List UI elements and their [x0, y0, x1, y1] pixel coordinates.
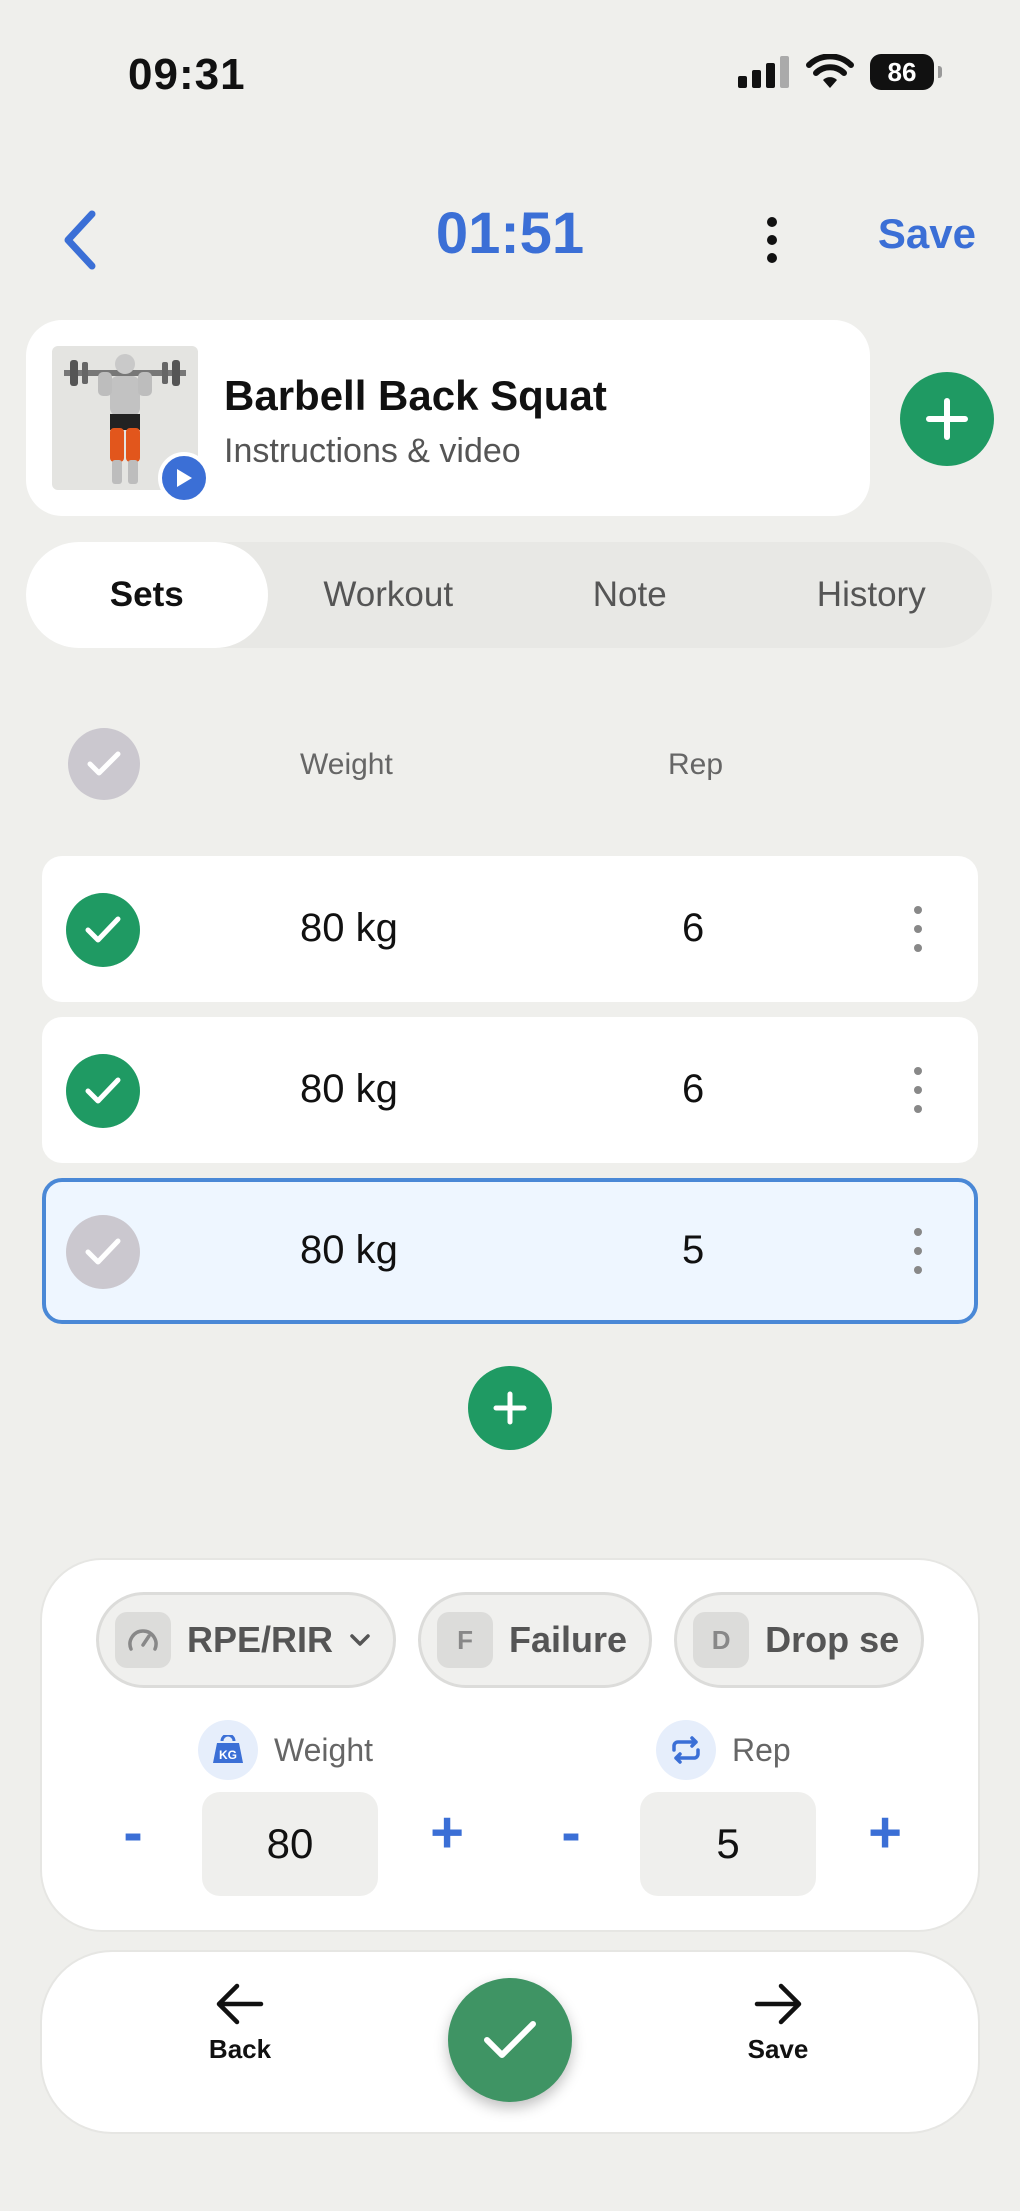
checkmark-icon [484, 2021, 536, 2058]
select-all-check-icon[interactable] [68, 728, 140, 800]
cellular-signal-icon [738, 56, 789, 88]
weight-field-label: KG Weight [198, 1720, 373, 1780]
rest-timer[interactable]: 01:51 [436, 201, 584, 266]
svg-text:KG: KG [219, 1748, 237, 1762]
weight-decrement-button[interactable]: - [98, 1792, 168, 1872]
complete-set-button[interactable] [448, 1978, 572, 2102]
play-video-icon[interactable] [158, 452, 210, 504]
set-row[interactable]: 80 kg 6 [42, 856, 978, 1002]
set-rep[interactable]: 6 [682, 1067, 704, 1112]
set-rep[interactable]: 5 [682, 1228, 704, 1273]
rep-column-header: Rep [668, 748, 724, 781]
more-options-icon[interactable] [752, 205, 792, 275]
arrow-left-icon [216, 1983, 264, 2025]
set-row-active[interactable]: 80 kg 5 [42, 1178, 978, 1324]
weight-input[interactable]: 80 [202, 1792, 378, 1896]
back-nav-button[interactable]: Back [160, 1982, 320, 2112]
battery-icon: 86 [870, 54, 942, 90]
set-input-panel: RPE/RIR F Failure D Drop se KG Weight Re… [42, 1560, 978, 1930]
set-weight[interactable]: 80 kg [300, 1228, 398, 1273]
set-rep[interactable]: 6 [682, 906, 704, 951]
repeat-icon [656, 1720, 716, 1780]
tab-workout[interactable]: Workout [268, 542, 510, 648]
weight-label-text: Weight [274, 1731, 374, 1768]
battery-level: 86 [887, 56, 917, 87]
arrow-right-icon [754, 1983, 802, 2025]
plus-icon [926, 398, 968, 440]
set-weight[interactable]: 80 kg [300, 1067, 398, 1112]
chip-label: Failure [509, 1619, 628, 1660]
add-set-button[interactable] [468, 1366, 552, 1450]
set-done-check-icon[interactable] [66, 893, 140, 967]
kg-weight-icon: KG [198, 1720, 258, 1780]
back-nav-label: Back [208, 2034, 272, 2064]
rep-increment-button[interactable]: + [850, 1792, 920, 1872]
gauge-icon [115, 1612, 171, 1668]
weight-column-header: Weight [300, 748, 393, 781]
chevron-down-icon [350, 1634, 370, 1646]
save-nav-button[interactable]: Save [698, 1982, 858, 2112]
back-chevron-icon[interactable] [50, 205, 110, 275]
rep-decrement-button[interactable]: - [536, 1792, 606, 1872]
tab-bar: Sets Workout Note History [26, 542, 992, 648]
tab-sets[interactable]: Sets [26, 542, 268, 648]
set-more-icon[interactable] [908, 1228, 928, 1274]
save-nav-label: Save [747, 2034, 809, 2064]
set-pending-check-icon[interactable] [66, 1215, 140, 1289]
set-row[interactable]: 80 kg 6 [42, 1017, 978, 1163]
chip-rpe-rir[interactable]: RPE/RIR [96, 1592, 397, 1688]
save-button[interactable]: Save [878, 210, 976, 258]
rep-label-text: Rep [732, 1731, 791, 1768]
drop-letter-icon: D [693, 1612, 750, 1668]
exercise-instructions-link[interactable]: Instructions & video [224, 432, 521, 471]
tab-note[interactable]: Note [509, 542, 751, 648]
set-weight[interactable]: 80 kg [300, 906, 398, 951]
failure-letter-icon: F [437, 1612, 494, 1668]
wifi-icon [806, 54, 854, 88]
set-done-check-icon[interactable] [66, 1054, 140, 1128]
rep-input[interactable]: 5 [640, 1792, 816, 1896]
status-time: 09:31 [128, 50, 246, 99]
weight-increment-button[interactable]: + [412, 1792, 482, 1872]
add-exercise-button[interactable] [900, 372, 994, 466]
chip-label: RPE/RIR [187, 1619, 334, 1660]
plus-icon [493, 1391, 527, 1425]
chip-label: Drop se [765, 1619, 900, 1660]
set-type-chips: RPE/RIR F Failure D Drop se [96, 1592, 942, 1688]
chip-drop-set[interactable]: D Drop se [674, 1592, 925, 1688]
rep-field-label: Rep [656, 1720, 791, 1780]
status-icons: 86 [738, 54, 942, 90]
set-more-icon[interactable] [908, 906, 928, 952]
exercise-title: Barbell Back Squat [224, 372, 607, 419]
tab-history[interactable]: History [751, 542, 993, 648]
chip-failure[interactable]: F Failure [418, 1592, 653, 1688]
set-more-icon[interactable] [908, 1067, 928, 1113]
